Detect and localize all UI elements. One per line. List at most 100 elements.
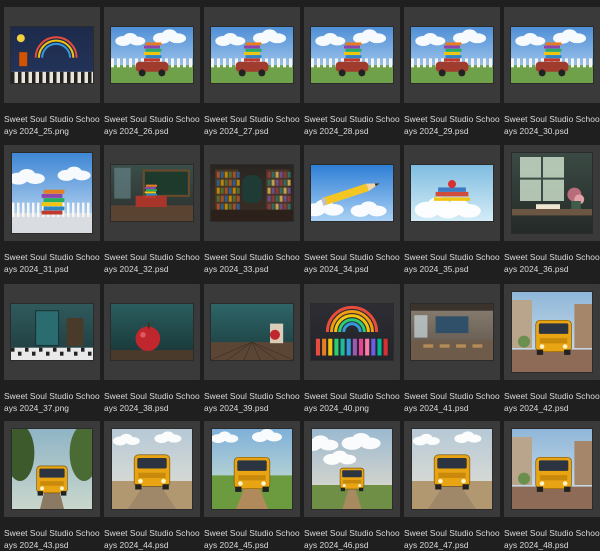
- file-name: Sweet Soul Studio School D ays 2024_40.pn…: [304, 390, 400, 414]
- file-name: Sweet Soul Studio School D ays 2024_36.ps…: [504, 251, 600, 275]
- file-thumbnail-tile[interactable]: [504, 7, 600, 103]
- file-name-line-1: Sweet Soul Studio School D: [504, 391, 600, 401]
- file-thumbnail-tile[interactable]: [104, 145, 200, 241]
- file-name: Sweet Soul Studio School D ays 2024_32.ps…: [104, 251, 200, 275]
- file-name-line-1: Sweet Soul Studio School D: [104, 528, 200, 538]
- file-item[interactable]: Sweet Soul Studio School D ays 2024_42.ps…: [504, 284, 600, 414]
- file-name-line-2: ays 2024_41.psd: [404, 403, 469, 413]
- file-item[interactable]: Sweet Soul Studio School D ays 2024_36.ps…: [504, 145, 600, 275]
- file-item[interactable]: Sweet Soul Studio School D ays 2024_47.ps…: [404, 421, 500, 551]
- file-name-line-1: Sweet Soul Studio School D: [204, 252, 300, 262]
- file-name-line-2: ays 2024_45.psd: [204, 540, 269, 550]
- file-item[interactable]: Sweet Soul Studio School D ays 2024_27.ps…: [204, 7, 300, 137]
- file-thumbnail-tile[interactable]: [4, 284, 100, 380]
- image-thumbnail: [12, 429, 92, 509]
- file-name: Sweet Soul Studio School D ays 2024_28.ps…: [304, 113, 400, 137]
- file-thumbnail-tile[interactable]: [504, 421, 600, 517]
- file-item[interactable]: Sweet Soul Studio School D ays 2024_46.ps…: [304, 421, 400, 551]
- file-item[interactable]: Sweet Soul Studio School D ays 2024_33.ps…: [204, 145, 300, 275]
- file-item[interactable]: Sweet Soul Studio School D ays 2024_30.ps…: [504, 7, 600, 137]
- file-item[interactable]: Sweet Soul Studio School D ays 2024_35.ps…: [404, 145, 500, 275]
- file-thumbnail-tile[interactable]: [204, 421, 300, 517]
- file-thumbnail-tile[interactable]: [304, 284, 400, 380]
- file-item[interactable]: Sweet Soul Studio School D ays 2024_37.pn…: [4, 284, 100, 414]
- file-name-line-2: ays 2024_27.psd: [204, 126, 269, 136]
- file-item[interactable]: Sweet Soul Studio School D ays 2024_25.pn…: [4, 7, 100, 137]
- file-name: Sweet Soul Studio School D ays 2024_25.pn…: [4, 113, 100, 137]
- file-item[interactable]: Sweet Soul Studio School D ays 2024_31.ps…: [4, 145, 100, 275]
- file-name-line-1: Sweet Soul Studio School D: [404, 528, 500, 538]
- file-thumbnail-tile[interactable]: [504, 284, 600, 380]
- file-name-line-1: Sweet Soul Studio School D: [104, 252, 200, 262]
- file-item[interactable]: Sweet Soul Studio School D ays 2024_41.ps…: [404, 284, 500, 414]
- file-item[interactable]: Sweet Soul Studio School D ays 2024_38.ps…: [104, 284, 200, 414]
- file-thumbnail-tile[interactable]: [4, 421, 100, 517]
- image-thumbnail: [111, 165, 193, 221]
- file-name-line-1: Sweet Soul Studio School D: [304, 391, 400, 401]
- image-thumbnail: [312, 429, 392, 509]
- file-name: Sweet Soul Studio School D ays 2024_38.ps…: [104, 390, 200, 414]
- file-thumbnail-tile[interactable]: [4, 145, 100, 241]
- image-thumbnail: [412, 429, 492, 509]
- file-name-line-1: Sweet Soul Studio School D: [504, 528, 600, 538]
- file-name-line-1: Sweet Soul Studio School D: [304, 252, 400, 262]
- image-thumbnail: [211, 27, 293, 83]
- file-item[interactable]: Sweet Soul Studio School D ays 2024_45.ps…: [204, 421, 300, 551]
- file-name-line-2: ays 2024_40.png: [304, 403, 370, 413]
- file-name-line-1: Sweet Soul Studio School D: [4, 391, 100, 401]
- file-thumbnail-tile[interactable]: [4, 7, 100, 103]
- image-thumbnail: [411, 304, 493, 360]
- file-name: Sweet Soul Studio School D ays 2024_42.ps…: [504, 390, 600, 414]
- file-thumbnail-tile[interactable]: [404, 421, 500, 517]
- file-name: Sweet Soul Studio School D ays 2024_45.ps…: [204, 527, 300, 551]
- file-name-line-2: ays 2024_48.psd: [504, 540, 569, 550]
- file-thumbnail-tile[interactable]: [204, 284, 300, 380]
- file-item[interactable]: Sweet Soul Studio School D ays 2024_28.ps…: [304, 7, 400, 137]
- file-thumbnail-tile[interactable]: [304, 421, 400, 517]
- file-name-line-1: Sweet Soul Studio School D: [504, 252, 600, 262]
- file-name-line-1: Sweet Soul Studio School D: [404, 114, 500, 124]
- file-name: Sweet Soul Studio School D ays 2024_44.ps…: [104, 527, 200, 551]
- file-name-line-2: ays 2024_43.psd: [4, 540, 69, 550]
- file-item[interactable]: Sweet Soul Studio School D ays 2024_26.ps…: [104, 7, 200, 137]
- file-name: Sweet Soul Studio School D ays 2024_34.ps…: [304, 251, 400, 275]
- file-name-line-2: ays 2024_42.psd: [504, 403, 569, 413]
- file-name: Sweet Soul Studio School D ays 2024_31.ps…: [4, 251, 100, 275]
- file-name: Sweet Soul Studio School D ays 2024_47.ps…: [404, 527, 500, 551]
- image-thumbnail: [411, 165, 493, 221]
- file-thumbnail-tile[interactable]: [504, 145, 600, 241]
- file-thumbnail-tile[interactable]: [304, 7, 400, 103]
- file-thumbnail-tile[interactable]: [404, 7, 500, 103]
- file-item[interactable]: Sweet Soul Studio School D ays 2024_29.ps…: [404, 7, 500, 137]
- file-item[interactable]: Sweet Soul Studio School D ays 2024_34.ps…: [304, 145, 400, 275]
- file-item[interactable]: Sweet Soul Studio School D ays 2024_43.ps…: [4, 421, 100, 551]
- file-name: Sweet Soul Studio School D ays 2024_26.ps…: [104, 113, 200, 137]
- file-item[interactable]: Sweet Soul Studio School D ays 2024_32.ps…: [104, 145, 200, 275]
- file-name: Sweet Soul Studio School D ays 2024_30.ps…: [504, 113, 600, 137]
- image-thumbnail: [11, 27, 93, 83]
- file-name-line-1: Sweet Soul Studio School D: [204, 114, 300, 124]
- file-item[interactable]: Sweet Soul Studio School D ays 2024_39.ps…: [204, 284, 300, 414]
- file-thumbnail-tile[interactable]: [104, 284, 200, 380]
- image-thumbnail: [112, 429, 192, 509]
- file-name-line-2: ays 2024_26.psd: [104, 126, 169, 136]
- image-thumbnail: [411, 27, 493, 83]
- file-name-line-2: ays 2024_28.psd: [304, 126, 369, 136]
- file-thumbnail-tile[interactable]: [404, 284, 500, 380]
- file-name-line-2: ays 2024_33.psd: [204, 264, 269, 274]
- file-thumbnail-tile[interactable]: [404, 145, 500, 241]
- file-name-line-2: ays 2024_29.psd: [404, 126, 469, 136]
- file-thumbnail-tile[interactable]: [204, 7, 300, 103]
- file-thumbnail-tile[interactable]: [204, 145, 300, 241]
- file-thumbnail-tile[interactable]: [304, 145, 400, 241]
- file-thumbnail-tile[interactable]: [104, 7, 200, 103]
- file-name-line-1: Sweet Soul Studio School D: [304, 114, 400, 124]
- file-name-line-2: ays 2024_25.png: [4, 126, 70, 136]
- file-name-line-2: ays 2024_44.psd: [104, 540, 169, 550]
- file-item[interactable]: Sweet Soul Studio School D ays 2024_44.ps…: [104, 421, 200, 551]
- file-thumbnail-tile[interactable]: [104, 421, 200, 517]
- image-thumbnail: [11, 304, 93, 360]
- file-item[interactable]: Sweet Soul Studio School D ays 2024_48.ps…: [504, 421, 600, 551]
- file-item[interactable]: Sweet Soul Studio School D ays 2024_40.pn…: [304, 284, 400, 414]
- file-name: Sweet Soul Studio School D ays 2024_43.ps…: [4, 527, 100, 551]
